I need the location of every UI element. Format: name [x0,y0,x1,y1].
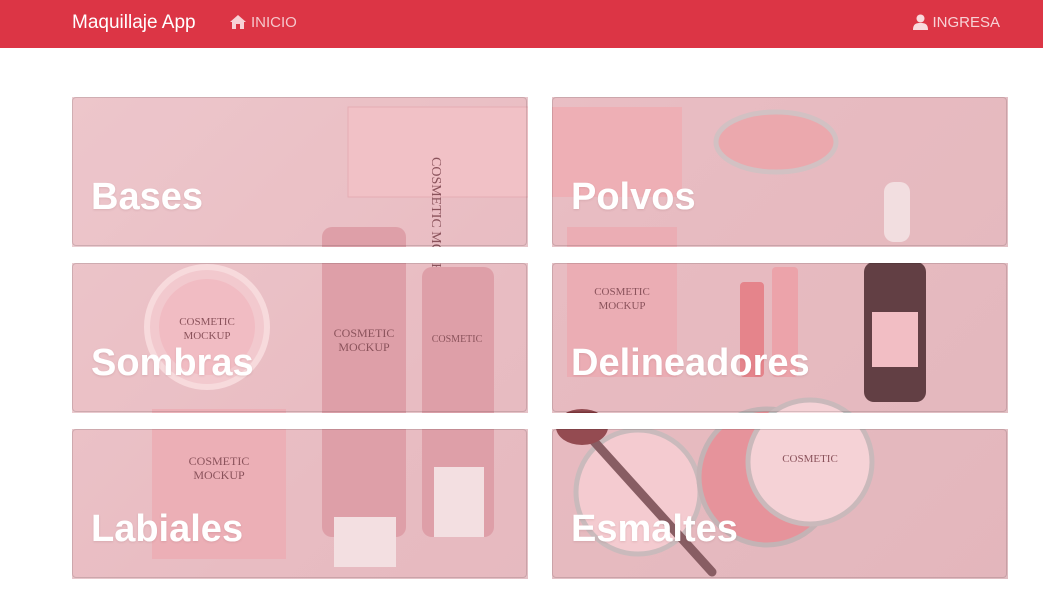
user-icon [913,14,929,30]
nav-login-label: INGRESA [932,13,1000,31]
category-title: Bases [91,176,203,218]
category-title: Labiales [91,508,244,550]
category-title: Delineadores [571,342,810,384]
category-card-sombras[interactable]: Sombras [72,263,527,412]
category-title: Sombras [91,342,254,384]
nav-home-link[interactable]: INICIO [229,12,297,32]
nav-login-link[interactable]: INGRESA [913,12,1000,32]
category-title: Polvos [571,176,696,218]
home-icon [230,15,246,29]
brand-link[interactable]: Maquillaje App [72,11,196,35]
category-card-esmaltes[interactable]: Esmaltes [552,429,1007,578]
category-card-polvos[interactable]: Polvos [552,97,1007,246]
nav-home-label: INICIO [251,13,297,31]
category-card-delineadores[interactable]: Delineadores [552,263,1007,412]
category-card-bases[interactable]: Bases [72,97,527,246]
category-card-labiales[interactable]: Labiales [72,429,527,578]
top-navbar: Maquillaje App INICIO INGRESA [0,0,1043,48]
category-title: Esmaltes [571,508,738,550]
